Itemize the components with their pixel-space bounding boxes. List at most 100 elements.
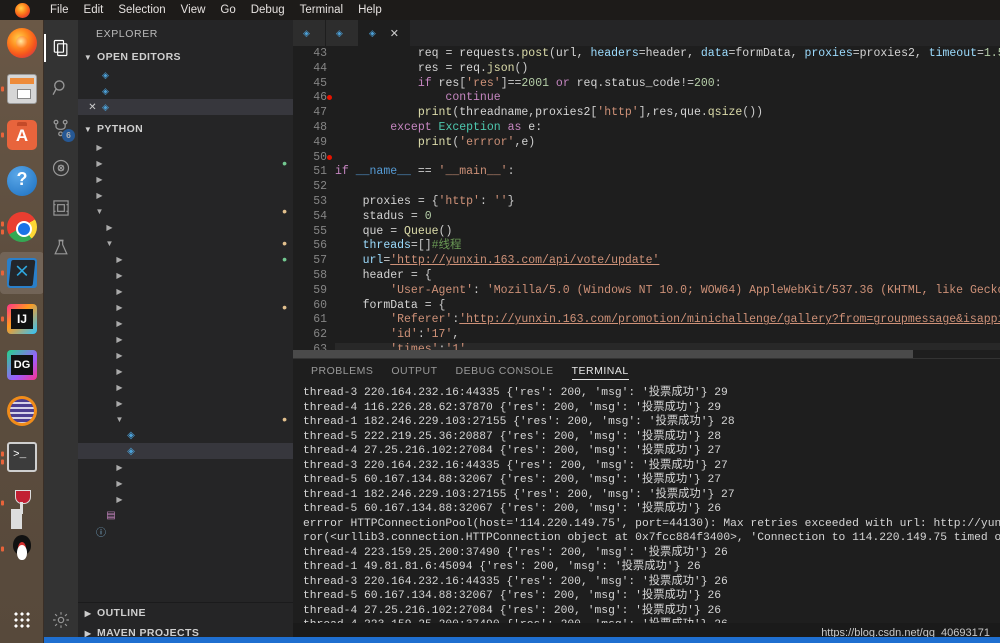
- tree-row[interactable]: ▶: [78, 363, 293, 379]
- terminal-line: thread-5 222.219.25.36:20887 {'res': 200…: [303, 430, 1000, 445]
- activity-search[interactable]: [44, 68, 78, 108]
- chevron-right-icon[interactable]: ▶: [114, 479, 125, 488]
- chevron-right-icon: ▶: [83, 609, 93, 618]
- tree-row[interactable]: ▶: [78, 219, 293, 235]
- code-editor[interactable]: 4344454647484950515253545556575859606162…: [293, 46, 1000, 358]
- dock-item-intellij-idea[interactable]: [0, 298, 44, 340]
- tree-row[interactable]: ▶: [78, 187, 293, 203]
- tree-row[interactable]: ▼•: [78, 235, 293, 251]
- activity-debug[interactable]: [44, 148, 78, 188]
- menu-view[interactable]: View: [181, 4, 206, 16]
- outline-section-header[interactable]: ▶ OUTLINE: [78, 603, 293, 623]
- tree-row[interactable]: ▶: [78, 459, 293, 475]
- scrollbar-thumb[interactable]: [293, 350, 913, 358]
- chevron-right-icon[interactable]: ▶: [114, 271, 125, 280]
- tree-row[interactable]: ▶: [78, 379, 293, 395]
- open-editor-row[interactable]: ✕◈: [78, 99, 293, 115]
- menu-selection[interactable]: Selection: [118, 4, 165, 16]
- chevron-right-icon[interactable]: ▶: [114, 303, 125, 312]
- close-icon[interactable]: ✕: [390, 27, 399, 40]
- tree-row[interactable]: ▶: [78, 331, 293, 347]
- tree-row[interactable]: ▼•: [78, 411, 293, 427]
- open-editor-row[interactable]: ◈: [78, 83, 293, 99]
- menu-edit[interactable]: Edit: [84, 4, 104, 16]
- chevron-right-icon[interactable]: ▶: [94, 175, 105, 184]
- menu-help[interactable]: Help: [358, 4, 382, 16]
- activity-explorer[interactable]: [44, 28, 78, 68]
- tree-row[interactable]: ▼•: [78, 203, 293, 219]
- tree-row[interactable]: ▶: [78, 395, 293, 411]
- code-lines[interactable]: req = requests.post(url, headers=header,…: [335, 47, 1000, 358]
- chevron-down-icon[interactable]: ▼: [94, 207, 105, 216]
- menu-file[interactable]: File: [50, 4, 69, 16]
- menu-terminal[interactable]: Terminal: [300, 4, 343, 16]
- line-number: 51: [293, 165, 327, 180]
- tree-row[interactable]: ▶: [78, 267, 293, 283]
- chevron-right-icon[interactable]: ▶: [114, 335, 125, 344]
- tree-row[interactable]: ▶: [78, 315, 293, 331]
- activity-source-control[interactable]: 6: [44, 108, 78, 148]
- chevron-right-icon[interactable]: ▶: [114, 319, 125, 328]
- breakpoint-icon[interactable]: [327, 155, 332, 160]
- editor-tab[interactable]: ◈: [326, 20, 359, 46]
- tree-row[interactable]: ▶•: [78, 251, 293, 267]
- terminal-output[interactable]: thread-3 220.164.232.16:44335 {'res': 20…: [293, 384, 1000, 623]
- chevron-right-icon[interactable]: ▶: [94, 191, 105, 200]
- chevron-right-icon[interactable]: ▶: [94, 143, 105, 152]
- tree-row[interactable]: ▶•: [78, 299, 293, 315]
- project-header[interactable]: ▼ PYTHON: [78, 119, 293, 139]
- editor-horizontal-scrollbar[interactable]: [293, 350, 1000, 358]
- dock-item-help[interactable]: [0, 160, 44, 202]
- tree-row[interactable]: ▶: [78, 475, 293, 491]
- chevron-right-icon[interactable]: ▶: [114, 255, 125, 264]
- chevron-right-icon[interactable]: ▶: [104, 223, 115, 232]
- panel-tab[interactable]: PROBLEMS: [311, 365, 373, 380]
- code-line: if __name__ == '__main__':: [335, 165, 1000, 180]
- dock-item-files[interactable]: [0, 68, 44, 110]
- tree-row[interactable]: ◈: [78, 443, 293, 459]
- menu-go[interactable]: Go: [220, 4, 235, 16]
- tree-row[interactable]: ▶: [78, 491, 293, 507]
- tree-row[interactable]: ▶: [78, 283, 293, 299]
- dock-item-chrome[interactable]: [0, 206, 44, 248]
- dock-item-wine[interactable]: [0, 482, 44, 524]
- tree-row[interactable]: ▶: [78, 171, 293, 187]
- dock-item-vscode[interactable]: [0, 252, 44, 294]
- menu-debug[interactable]: Debug: [251, 4, 285, 16]
- activity-test[interactable]: [44, 228, 78, 268]
- chevron-right-icon[interactable]: ▶: [94, 159, 105, 168]
- panel-tab[interactable]: OUTPUT: [391, 365, 437, 380]
- dock-item-terminal[interactable]: [0, 436, 44, 478]
- panel-tab[interactable]: DEBUG CONSOLE: [456, 365, 554, 380]
- chevron-right-icon[interactable]: ▶: [114, 463, 125, 472]
- tree-row[interactable]: ▶: [78, 139, 293, 155]
- tree-row[interactable]: ▶: [78, 347, 293, 363]
- tree-row[interactable]: ⓘ: [78, 523, 293, 539]
- dock-item-datagrip[interactable]: [0, 344, 44, 386]
- dock-item-show-applications[interactable]: [0, 605, 44, 635]
- editor-tab[interactable]: ◈✕: [359, 20, 410, 46]
- breakpoint-icon[interactable]: [327, 95, 332, 100]
- dock-item-ubuntu-software[interactable]: [0, 114, 44, 156]
- editor-tab[interactable]: ◈: [293, 20, 326, 46]
- chevron-right-icon[interactable]: ▶: [114, 351, 125, 360]
- dock-item-qq[interactable]: [0, 528, 44, 570]
- open-editors-header[interactable]: ▼ OPEN EDITORS: [78, 47, 293, 67]
- tree-row[interactable]: ▤: [78, 507, 293, 523]
- chevron-right-icon[interactable]: ▶: [114, 383, 125, 392]
- tree-row[interactable]: ▶•: [78, 155, 293, 171]
- ubuntu-software-icon: [7, 120, 37, 150]
- close-icon[interactable]: ✕: [86, 102, 99, 113]
- chevron-right-icon[interactable]: ▶: [114, 495, 125, 504]
- chevron-right-icon[interactable]: ▶: [114, 399, 125, 408]
- tree-row[interactable]: ◈: [78, 427, 293, 443]
- chevron-down-icon[interactable]: ▼: [114, 415, 125, 424]
- panel-tab[interactable]: TERMINAL: [572, 365, 629, 380]
- activity-extensions[interactable]: [44, 188, 78, 228]
- chevron-right-icon[interactable]: ▶: [114, 367, 125, 376]
- dock-item-eclipse[interactable]: [0, 390, 44, 432]
- chevron-right-icon[interactable]: ▶: [114, 287, 125, 296]
- chevron-down-icon[interactable]: ▼: [104, 239, 115, 248]
- open-editor-row[interactable]: ◈: [78, 67, 293, 83]
- dock-item-firefox[interactable]: [0, 22, 44, 64]
